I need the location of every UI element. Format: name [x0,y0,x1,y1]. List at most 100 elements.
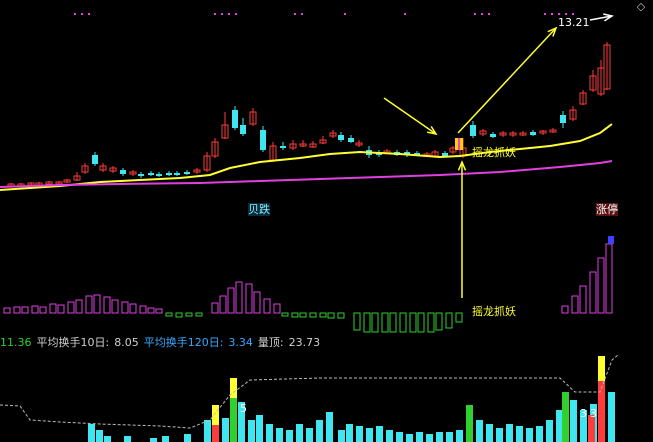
oscillator-bar-up [571,295,579,314]
volume-bar [162,436,169,442]
volume-bar [184,434,191,442]
candle-body [156,174,162,176]
turnover-value: 11.36 [0,336,32,349]
oscillator-bar-up [589,271,597,314]
volume-dashed-line [0,354,619,429]
volume-bar [286,430,293,442]
oscillator-bar-up [147,307,155,314]
marker-dot [294,13,296,15]
oscillator-bar-down [299,312,307,318]
candle-body [260,130,266,150]
volume-bar [406,434,413,442]
oscillator-bar-down [371,312,379,333]
oscillator-bar-down [327,312,335,319]
oscillator-bar-up [227,287,235,314]
volume-bar [376,426,383,442]
volume-bar [256,415,263,442]
oscillator-bar-up [129,303,137,314]
volume-bar [266,424,273,442]
volume-bar [386,430,393,442]
marker-dot [404,13,406,15]
fall-label: 贝跌 [248,203,270,216]
oscillator-bar-down [435,312,443,331]
marker-dot [74,13,76,15]
oscillator-bar-up [579,285,587,314]
high-price-label: 13.21 [558,16,590,29]
marker-dot [344,13,346,15]
volume-bar [496,428,503,442]
volume-bar [486,424,493,442]
volume-bar [446,432,453,442]
volume-bar [546,420,553,442]
volume-bar [96,430,103,442]
volume-bar [536,426,543,442]
marker-dot [88,13,90,15]
oscillator-bar-up [93,294,101,314]
volume-bar [526,428,533,442]
oscillator-bar-up [561,305,569,314]
oscillator-bar-up [253,291,261,314]
volume-bar [316,420,323,442]
signal-candle-stripe [458,138,460,150]
volume-bar [346,424,353,442]
avg120-value: 3.34 [228,336,253,349]
oscillator-bar-up [273,303,281,314]
oscillator-bar-down [165,312,173,317]
vol-top-label: 量顶: [257,336,284,349]
volume-bar [608,392,615,442]
candle-body [530,132,536,135]
candle-body [560,115,566,123]
oscillator-bar-down [185,312,193,317]
candle-body [174,173,180,175]
volume-bar [598,381,605,442]
vol-label-5: 5 [240,402,247,415]
oscillator-bar-down [337,312,345,319]
candle-body [138,174,144,176]
oscillator-bar-down [381,312,389,333]
volume-bar [476,420,483,442]
oscillator-bar-down [195,312,203,317]
oscillator-bar-up [39,306,47,314]
oscillator-bar-up [31,305,39,314]
volume-bar [598,356,605,381]
oscillator-bar-down [455,312,463,323]
volume-bar [104,436,111,442]
candle-body [348,138,354,142]
oscillator-bar-down [319,312,327,318]
stock-chart[interactable] [0,0,653,442]
signal-label-price: 摇龙抓妖 [472,146,516,159]
marker-dot [221,13,223,15]
oscillator-bar-up [155,308,163,314]
volume-bar [306,428,313,442]
oscillator-bar-down [409,312,417,333]
oscillator-bar-up [21,306,29,314]
marker-dot [544,13,546,15]
volume-bar [356,426,363,442]
volume-bar [416,432,423,442]
volume-bar [230,398,237,442]
volume-bar [396,432,403,442]
oscillator-bar-down [353,312,361,331]
oscillator-bar-up [67,301,75,314]
oscillator-bar-down [399,312,407,333]
close-icon[interactable]: ◇ [635,1,647,13]
candle-body [240,125,246,134]
volume-bar [436,432,443,442]
oscillator-bar-down [309,312,317,318]
annotation-arrow-line [383,97,437,135]
avg10-value: 8.05 [114,336,139,349]
vol-top-value: 23.73 [288,336,321,349]
oscillator-bar-up [13,306,21,314]
volume-bar [562,392,569,442]
marker-dot [481,13,483,15]
volume-bar [516,426,523,442]
marker-dot [488,13,490,15]
volume-bar [230,378,237,398]
oscillator-bar-up [111,299,119,314]
oscillator-bar-up [103,296,111,314]
marker-dot [301,13,303,15]
oscillator-bar-up [605,243,613,314]
oscillator-bar-up [49,303,57,314]
marker-dot [81,13,83,15]
oscillator-bar-down [363,312,371,333]
